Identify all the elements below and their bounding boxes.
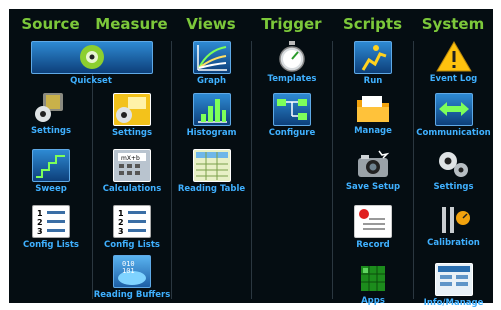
source-settings-button[interactable]: Settings: [11, 93, 91, 136]
system-settings-label: Settings: [433, 182, 474, 192]
source-config-lists-label: Config Lists: [23, 240, 79, 250]
event-log-button[interactable]: Event Log: [414, 41, 493, 84]
info-manage-button[interactable]: Info/Manage: [414, 263, 493, 308]
svg-text:mX+b: mX+b: [121, 155, 140, 162]
record-button[interactable]: Record: [333, 205, 413, 250]
histogram-icon: [192, 93, 231, 126]
svg-text:2: 2: [118, 218, 124, 227]
reading-table-button[interactable]: Reading Table: [172, 149, 251, 194]
calculator-icon: mX+b: [113, 149, 151, 182]
save-setup-button[interactable]: Save Setup: [333, 149, 413, 192]
settings-gear-icon: [33, 93, 69, 124]
reading-buffers-label: Reading Buffers: [93, 290, 171, 300]
run-button[interactable]: Run: [333, 41, 413, 86]
graph-label: Graph: [196, 76, 227, 86]
manage-label: Manage: [354, 126, 392, 136]
quickset-button[interactable]: Quickset: [31, 41, 153, 86]
sweep-staircase-icon: [32, 149, 70, 182]
column-title-scripts: Scripts: [342, 15, 403, 33]
numbered-list-icon: 1 2 3: [113, 205, 151, 238]
templates-button[interactable]: Templates: [252, 41, 332, 84]
system-settings-button[interactable]: Settings: [414, 149, 493, 192]
apps-label: Apps: [361, 296, 385, 306]
column-title-system: System: [421, 15, 485, 33]
calibration-button[interactable]: Calibration: [414, 205, 493, 248]
run-label: Run: [363, 76, 383, 86]
calculations-label: Calculations: [102, 184, 162, 194]
measure-settings-button[interactable]: Settings: [93, 93, 171, 138]
warning-icon: [435, 41, 472, 72]
numbered-list-icon: 1 2 3: [32, 205, 70, 238]
svg-text:1: 1: [118, 209, 124, 218]
graph-button[interactable]: Graph: [172, 41, 251, 86]
graph-icon: [192, 41, 231, 74]
quickset-gear-icon: [31, 41, 153, 74]
trigger-configure-button[interactable]: Configure: [252, 93, 332, 138]
record-label: Record: [356, 240, 390, 250]
measure-config-lists-button[interactable]: 1 2 3 Config Lists: [93, 205, 171, 250]
stopwatch-icon: [274, 41, 310, 72]
trigger-configure-label: Configure: [268, 128, 316, 138]
info-manage-icon: [434, 263, 473, 296]
save-setup-label: Save Setup: [345, 182, 401, 192]
calibration-caliper-icon: [436, 205, 472, 236]
source-settings-label: Settings: [30, 126, 72, 136]
trigger-flow-icon: [273, 93, 311, 126]
main-menu-screen: Source Measure Views Trigger Scripts Sys…: [9, 9, 493, 308]
templates-label: Templates: [267, 74, 317, 84]
histogram-label: Histogram: [186, 128, 237, 138]
reading-table-label: Reading Table: [177, 184, 246, 194]
reading-buffers-button[interactable]: 010 101 Reading Buffers: [93, 255, 171, 300]
sweep-label: Sweep: [35, 184, 67, 194]
svg-text:1: 1: [37, 209, 43, 218]
sweep-button[interactable]: Sweep: [11, 149, 91, 194]
calibration-label: Calibration: [427, 238, 480, 248]
camera-icon: [355, 149, 391, 180]
record-document-icon: [354, 205, 392, 238]
measure-settings-label: Settings: [111, 128, 153, 138]
svg-text:2: 2: [37, 218, 43, 227]
column-title-views: Views: [186, 15, 236, 33]
communication-button[interactable]: Communication: [414, 93, 493, 138]
histogram-button[interactable]: Histogram: [172, 93, 251, 138]
folder-icon: [355, 93, 391, 124]
quickset-label: Quickset: [70, 76, 112, 86]
svg-text:3: 3: [37, 227, 43, 236]
gear-icon: [436, 149, 472, 180]
column-title-trigger: Trigger: [261, 15, 322, 33]
event-log-label: Event Log: [429, 74, 478, 84]
svg-text:3: 3: [118, 227, 124, 236]
manage-button[interactable]: Manage: [333, 93, 413, 136]
communication-label: Communication: [416, 128, 491, 138]
meter-settings-icon: [113, 93, 151, 126]
reading-buffers-icon: 010 101: [113, 255, 151, 288]
column-title-measure: Measure: [95, 15, 168, 33]
calculations-button[interactable]: mX+b Calculations: [93, 149, 171, 194]
apps-cube-icon: [355, 263, 391, 294]
apps-button[interactable]: Apps: [333, 263, 413, 306]
reading-table-icon: [192, 149, 231, 182]
svg-text:101: 101: [122, 267, 135, 275]
measure-config-lists-label: Config Lists: [104, 240, 160, 250]
info-manage-label: Info/Manage: [423, 298, 484, 308]
column-title-source: Source: [21, 15, 80, 33]
communication-arrows-icon: [434, 93, 473, 126]
source-config-lists-button[interactable]: 1 2 3 Config Lists: [11, 205, 91, 250]
run-icon: [354, 41, 392, 74]
